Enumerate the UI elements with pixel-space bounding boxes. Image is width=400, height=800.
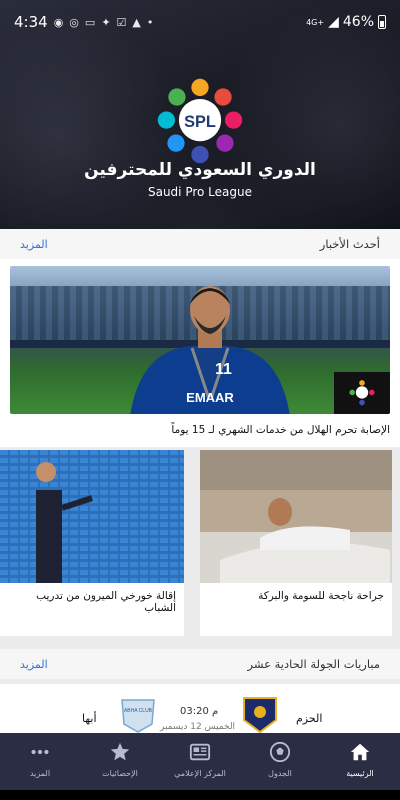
news-card[interactable]: جراحة ناجحة للسومة والبركة: [200, 450, 392, 636]
news-icon: [189, 743, 211, 761]
battery-icon: [378, 15, 386, 29]
news-more-link[interactable]: المزيد: [20, 238, 48, 251]
news-card-caption: إقالة خورخي الميرون من تدريب الشباب: [36, 590, 176, 614]
sim-icon: ▭: [84, 15, 96, 29]
more-dots-icon: [31, 749, 49, 755]
drive-icon: ▲: [132, 15, 141, 29]
league-title-en: Saudi Pro League: [147, 185, 252, 199]
league-title-ar: الدوري السعودي للمحترفين: [84, 160, 316, 180]
news-card-image: [200, 450, 392, 583]
status-time: 4:34: [14, 13, 48, 31]
match-time: 03:20 م: [180, 706, 219, 717]
dot-icon: •: [146, 15, 154, 29]
ball-icon: [269, 741, 291, 763]
matches-section-header: المزيد مباريات الجولة الحادية عشر: [0, 649, 400, 679]
nav-label: المزيد: [29, 769, 51, 778]
matches-more-link[interactable]: المزيد: [20, 658, 48, 671]
jersey-number: 11: [215, 361, 232, 378]
status-bar: 4:34 ◉ ◎ ▭ ✦ ☑ ▲ • 4G+ ◢ 46%: [0, 0, 400, 44]
check-icon: ☑: [116, 15, 127, 29]
spl-logo: SPL: [157, 78, 243, 164]
nav-label: المركز الإعلامي: [174, 769, 226, 778]
news-section-header: المزيد أحدث الأخبار: [0, 229, 400, 259]
home-team-name: الحزم: [296, 712, 323, 725]
nav-label: الجدول: [268, 769, 292, 778]
spl-watermark-icon: [334, 372, 390, 414]
network-label: 4G+: [306, 17, 325, 27]
news-card-image: [0, 450, 184, 583]
away-team-crest: ABHA CLUB: [121, 699, 155, 733]
nav-label: الرئيسية: [346, 769, 374, 778]
jersey-sponsor: EMAAR: [186, 390, 234, 405]
twitter-icon: ✦: [101, 15, 111, 29]
location-icon: ◎: [69, 15, 79, 29]
away-crest-text: ABHA CLUB: [124, 708, 153, 714]
player-photo: 11 EMAAR: [130, 286, 290, 414]
logo-text: SPL: [184, 113, 216, 131]
star-icon: [110, 742, 130, 761]
signal-icon: ◢: [328, 14, 339, 30]
whatsapp-icon: ◉: [53, 15, 64, 29]
hero-header: 4:34 ◉ ◎ ▭ ✦ ☑ ▲ • 4G+ ◢ 46% SPL الدوري …: [0, 0, 400, 230]
home-team-crest: [243, 697, 277, 734]
news-card-caption: جراحة ناجحة للسومة والبركة: [258, 590, 384, 602]
nav-label: الإحصائيات: [102, 769, 138, 778]
away-team-name: أبها: [82, 712, 97, 725]
match-row[interactable]: ABHA CLUB أبها الحزم 03:20 م الخميس 12 د…: [0, 684, 400, 734]
system-gesture-bar: [0, 790, 400, 800]
battery-label: 46%: [342, 14, 374, 30]
main-news-caption[interactable]: الإصابة تحرم الهلال من خدمات الشهري لـ 1…: [10, 424, 390, 436]
news-card[interactable]: إقالة خورخي الميرون من تدريب الشباب: [0, 450, 184, 636]
news-section-title: أحدث الأخبار: [319, 237, 380, 251]
main-news-image[interactable]: 11 EMAAR: [10, 266, 390, 414]
match-date: الخميس 12 ديسمبر: [160, 722, 236, 732]
home-icon: [350, 743, 370, 761]
matches-section-title: مباريات الجولة الحادية عشر: [247, 657, 381, 671]
